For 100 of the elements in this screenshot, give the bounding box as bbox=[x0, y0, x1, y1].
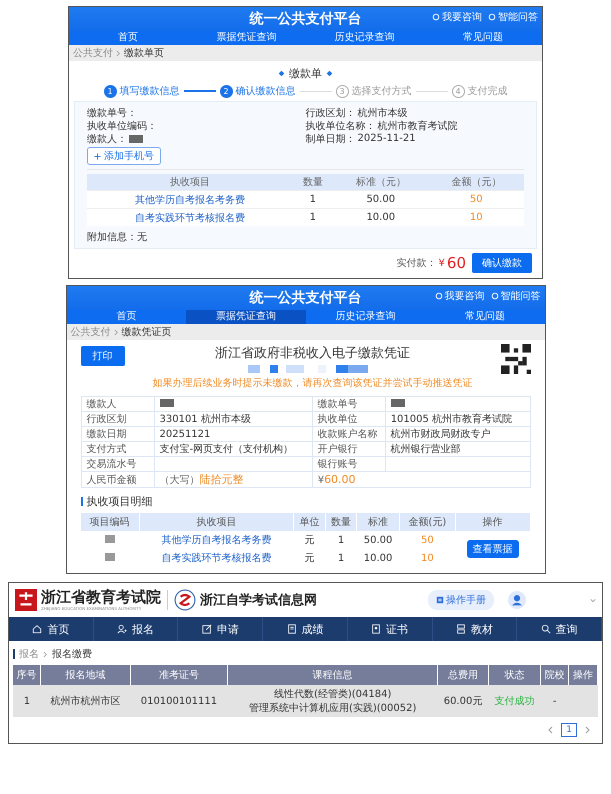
chevron-icon bbox=[114, 328, 118, 336]
nav-tab[interactable]: 票据凭证查询 bbox=[186, 310, 306, 324]
table-cell: 杭州市杭州市区 bbox=[40, 685, 130, 717]
authority-name: 浙江省教育考试院 bbox=[41, 589, 161, 606]
column-header: 标准（元） bbox=[333, 174, 428, 190]
user-avatar-icon[interactable] bbox=[508, 591, 526, 609]
nav-tab[interactable]: 首页 bbox=[69, 31, 188, 45]
breadcrumb-link[interactable]: 公共支付 bbox=[70, 325, 110, 339]
nav-item[interactable]: 报名 bbox=[94, 617, 178, 641]
plus-icon bbox=[94, 152, 101, 160]
detail-value: 101005 杭州市教育考试院 bbox=[390, 414, 512, 425]
detail-value: 杭州银行营业部 bbox=[390, 444, 461, 455]
nav-item[interactable]: 证书 bbox=[348, 617, 433, 641]
chevron-icon bbox=[43, 650, 48, 658]
extra-info-label: 附加信息： bbox=[87, 230, 137, 244]
page-button[interactable]: 1 bbox=[561, 723, 577, 737]
table-cell: 50 bbox=[399, 531, 456, 549]
nav-item[interactable]: 申请 bbox=[178, 617, 264, 641]
table-cell: 50.00 bbox=[333, 190, 428, 208]
table-cell: 10 bbox=[428, 208, 524, 226]
nav-item[interactable]: 成绩 bbox=[263, 617, 348, 641]
confirm-button[interactable]: 确认缴款 bbox=[472, 253, 532, 273]
nav-item[interactable]: 教材 bbox=[432, 617, 518, 641]
detail-label: 支付方式 bbox=[81, 442, 154, 456]
platform-title: 统一公共支付平台 bbox=[250, 289, 362, 307]
edit-icon bbox=[202, 624, 212, 634]
detail-label: 缴款单号 bbox=[312, 396, 386, 412]
breadcrumb-link[interactable]: 报名缴费 bbox=[52, 647, 92, 661]
column-header: 执收项目 bbox=[87, 174, 293, 190]
column-header: 报名地域 bbox=[40, 665, 130, 685]
field-value: 杭州市本级 bbox=[358, 106, 408, 120]
step-label: 选择支付方式 bbox=[352, 84, 412, 98]
nav-item[interactable]: 首页 bbox=[9, 617, 94, 641]
step-number: 2 bbox=[220, 84, 232, 98]
table-cell-text: 10.00 bbox=[362, 552, 394, 566]
detail-label: 行政区划 bbox=[81, 412, 154, 426]
qr-code-icon bbox=[500, 344, 530, 374]
extra-info-value: 无 bbox=[137, 231, 147, 244]
nav-item[interactable]: 查询 bbox=[517, 617, 602, 641]
field-label: 执收单位名称： bbox=[306, 120, 376, 132]
breadcrumb-link[interactable]: 公共支付 bbox=[73, 46, 113, 60]
breadcrumb-link[interactable]: 缴款凭证页 bbox=[122, 325, 172, 339]
header-link[interactable]: 我要咨询 bbox=[432, 10, 482, 24]
detail-value: 支付宝-网页支付（支付机构） bbox=[160, 444, 294, 455]
nav-tab[interactable]: 历史记录查询 bbox=[306, 310, 425, 324]
currency-sign: ¥ bbox=[318, 475, 324, 486]
step-number: 3 bbox=[336, 84, 348, 98]
certificate-icon bbox=[371, 624, 382, 634]
table-cell: - bbox=[540, 685, 569, 717]
print-button[interactable]: 打印 bbox=[80, 346, 124, 366]
nav-tab[interactable]: 首页 bbox=[66, 310, 186, 324]
table-cell: 自考实践环节考核报名费 bbox=[87, 208, 293, 226]
field-label: 缴款单号： bbox=[87, 106, 137, 120]
chat-icon bbox=[432, 13, 440, 21]
field-value: 杭州市教育考试院 bbox=[378, 120, 458, 132]
breadcrumb-link[interactable]: 缴款单页 bbox=[124, 46, 164, 60]
detail-label: 银行账号 bbox=[312, 456, 386, 472]
view-receipt-button[interactable]: 查看票据 bbox=[466, 540, 519, 558]
field-label: 行政区划： bbox=[306, 106, 356, 120]
nav-tab[interactable]: 票据凭证查询 bbox=[187, 31, 306, 45]
chat-icon bbox=[434, 292, 442, 300]
breadcrumb-link[interactable]: 报名 bbox=[19, 647, 39, 661]
header-link[interactable]: 智能问答 bbox=[488, 10, 538, 24]
table-cell: 50 bbox=[428, 190, 524, 208]
diamond-icon bbox=[326, 70, 333, 77]
nav-tab[interactable]: 常见问题 bbox=[424, 31, 542, 45]
table-cell-text: 10 bbox=[420, 552, 435, 566]
header-link[interactable]: 我要咨询 bbox=[434, 289, 484, 303]
detail-label: 缴款日期 bbox=[81, 426, 154, 442]
chat-icon bbox=[488, 13, 496, 21]
chat-icon bbox=[490, 292, 498, 300]
column-header: 总费用 bbox=[438, 665, 488, 685]
chevron-icon bbox=[116, 50, 121, 56]
manual-button[interactable]: 操作手册 bbox=[428, 590, 494, 610]
document-icon bbox=[436, 596, 444, 604]
header-link[interactable]: 智能问答 bbox=[490, 289, 540, 303]
column-header: 准考证号 bbox=[130, 665, 228, 685]
column-header: 状态 bbox=[488, 665, 540, 685]
voucher-title: 浙江省政府非税收入电子缴款凭证 bbox=[215, 345, 410, 362]
table-cell: 1 bbox=[292, 208, 334, 226]
platform-title: 统一公共支付平台 bbox=[250, 10, 362, 28]
nav-tab[interactable]: 历史记录查询 bbox=[306, 31, 424, 45]
nav-tab[interactable]: 常见问题 bbox=[425, 310, 544, 324]
detail-label: 收款账户名称 bbox=[312, 426, 386, 442]
search-icon bbox=[540, 624, 551, 634]
table-cell-text: 元 bbox=[303, 552, 316, 566]
currency-sign: ¥ bbox=[438, 258, 445, 268]
chevron-down-icon[interactable] bbox=[590, 598, 596, 602]
column-header: 执收项目 bbox=[139, 513, 294, 531]
add-phone-button[interactable]: 添加手机号 bbox=[87, 147, 161, 165]
table-cell-text: 自考实践环节考核报名费 bbox=[160, 552, 272, 566]
site-name: 浙江自学考试信息网 bbox=[200, 592, 317, 609]
amount-in-words: 陆拾元整 bbox=[200, 473, 244, 486]
table-cell: 60.00元 bbox=[438, 685, 488, 717]
table-cell-text: 1 bbox=[336, 552, 346, 566]
table-cell: 其他学历自考报名考务费 bbox=[139, 531, 294, 549]
table-cell: 50.00 bbox=[356, 531, 400, 549]
book-icon bbox=[456, 624, 466, 634]
column-header: 院校 bbox=[540, 665, 569, 685]
diamond-icon bbox=[278, 70, 285, 77]
